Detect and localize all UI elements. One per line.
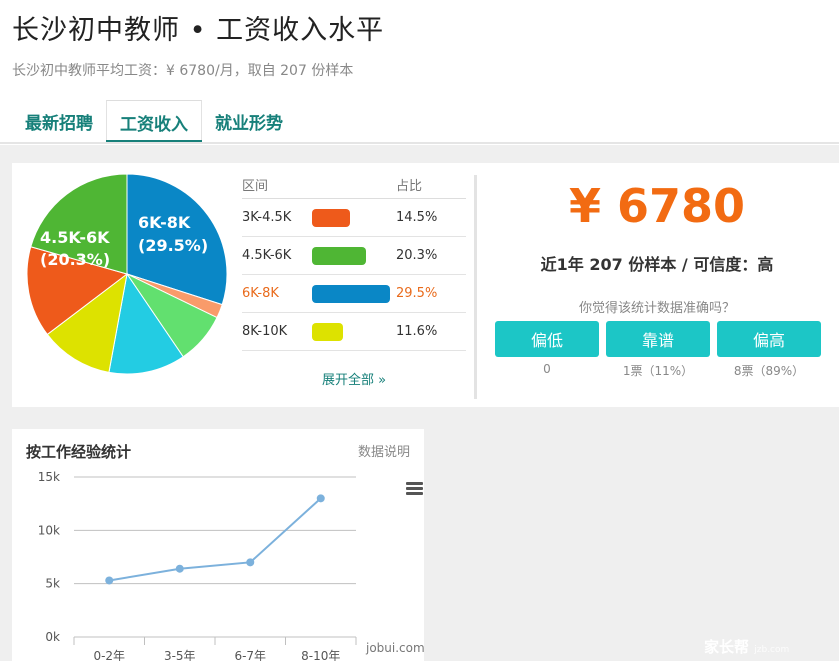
pie-label-6k-8k-name: 6K-8K: [138, 213, 191, 232]
row-bar: [312, 284, 390, 303]
x-tick-label: 6-7年: [234, 649, 266, 661]
row-pct: 29.5%: [396, 286, 438, 301]
experience-line-chart: 0k 5k 10k 15k 0-2年 3-5年 6-7年 8-10年: [38, 470, 357, 661]
average-salary: ¥ 6780: [568, 179, 746, 233]
header-pct: 占比: [396, 179, 423, 194]
data-point[interactable]: [105, 576, 114, 585]
pie-label-4.5k-6k-name: 4.5K-6K: [40, 228, 110, 247]
pie-label-4.5k-6k-pct: (20.3%): [40, 250, 110, 269]
table-row: 4.5K-6K 20.3%: [242, 237, 466, 275]
vote-accurate: 靠谱 1票（11%）: [606, 321, 710, 379]
series-line: [109, 497, 322, 582]
row-range: 3K-4.5K: [242, 210, 292, 225]
table-header: 区间 占比: [242, 171, 466, 199]
header-range: 区间: [242, 179, 269, 194]
vote-high-count: 8票（89%）: [733, 364, 805, 378]
pie-label-6k-8k-pct: (29.5%): [138, 236, 208, 255]
row-bar: [312, 208, 350, 227]
vote-accurate-count: 1票（11%）: [622, 364, 694, 378]
tab-bar: 最新招聘 工资收入 就业形势: [12, 100, 296, 144]
page-title: 长沙初中教师 • 工资收入水平: [12, 15, 385, 46]
data-point[interactable]: [175, 564, 184, 573]
expand-all-link[interactable]: 展开全部 »: [242, 369, 466, 388]
y-tick-label: 15k: [38, 470, 60, 484]
row-pct: 20.3%: [396, 248, 438, 263]
y-tick-label: 5k: [45, 577, 60, 591]
tab-divider: [0, 142, 839, 144]
salary-range-table: 区间 占比 3K-4.5K 14.5% 4.5K-6K 20.3% 6K-8K …: [242, 171, 466, 351]
site-watermark-name: 家长帮: [704, 638, 750, 656]
vote-accurate-button[interactable]: 靠谱: [606, 321, 710, 357]
table-row-highlighted: 6K-8K 29.5%: [242, 275, 466, 313]
experience-title: 按工作经验统计: [26, 443, 132, 461]
experience-card: 按工作经验统计 数据说明 0k 5k 10k 15k 0-2年 3-5年 6-7年 8-10…: [12, 429, 424, 661]
site-watermark: 家长帮 jzb.com: [704, 636, 789, 657]
x-tick-label: 8-10年: [301, 649, 340, 661]
header-area: 长沙初中教师 • 工资收入水平 长沙初中教师平均工资：¥ 6780/月，取自 2…: [0, 0, 839, 145]
vertical-divider: [474, 175, 477, 399]
row-range: 4.5K-6K: [242, 248, 292, 263]
vote-group: 偏低 0 靠谱 1票（11%） 偏高 8票（89%）: [495, 321, 821, 379]
vote-low: 偏低 0: [495, 321, 599, 379]
accuracy-question: 你觉得该统计数据准确吗？: [578, 301, 735, 316]
table-row: 8K-10K 11.6%: [242, 313, 466, 351]
data-point[interactable]: [316, 494, 325, 503]
row-bar: [312, 322, 343, 341]
x-tick-label: 3-5年: [164, 649, 196, 661]
row-range: 8K-10K: [242, 324, 288, 339]
vote-high-button[interactable]: 偏高: [717, 321, 821, 357]
data-point[interactable]: [246, 558, 255, 567]
row-range: 6K-8K: [242, 286, 279, 301]
salary-distribution-card: 6K-8K (29.5%) 4.5K-6K (20.3%) 区间 占比 3K-4…: [12, 163, 839, 407]
row-pct: 11.6%: [396, 324, 438, 339]
data-note-link[interactable]: 数据说明: [358, 441, 410, 460]
vote-low-button[interactable]: 偏低: [495, 321, 599, 357]
tab-employment[interactable]: 就业形势: [202, 100, 296, 143]
site-watermark-domain: jzb.com: [754, 645, 790, 655]
y-tick-label: 0k: [45, 630, 60, 644]
page-subtitle: 长沙初中教师平均工资：¥ 6780/月，取自 207 份样本: [12, 63, 354, 79]
tab-latest-jobs[interactable]: 最新招聘: [12, 100, 106, 143]
salary-pie-chart: 6K-8K (29.5%) 4.5K-6K (20.3%): [26, 173, 228, 375]
x-tick-label: 0-2年: [93, 649, 125, 661]
row-pct: 14.5%: [396, 210, 438, 225]
table-row: 3K-4.5K 14.5%: [242, 199, 466, 237]
chart-menu-icon[interactable]: [406, 482, 423, 496]
vote-high: 偏高 8票（89%）: [717, 321, 821, 379]
tab-salary[interactable]: 工资收入: [106, 100, 202, 144]
y-tick-label: 10k: [38, 523, 60, 537]
row-bar: [312, 246, 366, 265]
vote-low-count: 0: [543, 362, 551, 376]
sample-info: 近1年 207 份样本 / 可信度：高: [540, 255, 774, 274]
chart-watermark: jobui.com: [366, 641, 424, 655]
